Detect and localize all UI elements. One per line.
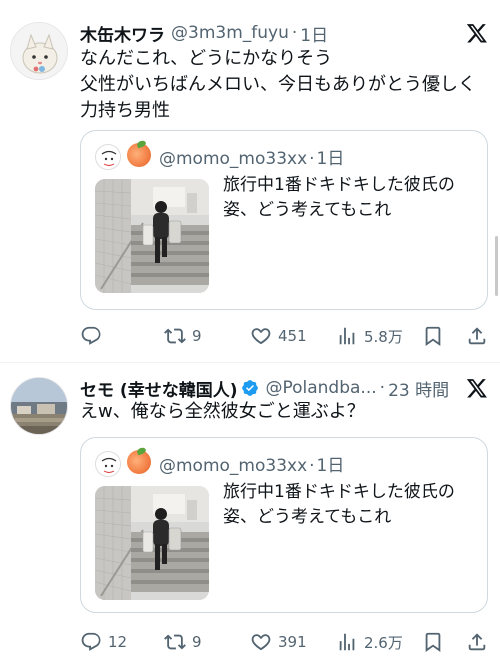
verified-badge-icon [242, 380, 259, 396]
reply-button[interactable] [80, 325, 108, 347]
separator-dot: · [291, 23, 298, 43]
heart-icon [251, 634, 271, 651]
display-name[interactable]: セモ (幸せな韓国人) [80, 376, 237, 401]
tweet-text-line: 父性がいちばんメロい、今日もありがとう優しく [80, 74, 476, 95]
quoted-user-handle[interactable]: @momo_mo33xx [159, 149, 307, 169]
user-handle[interactable]: @3m3m_fuyu [171, 23, 289, 43]
reply-button[interactable]: 12 [80, 631, 127, 653]
quoted-user-handle[interactable]: @momo_mo33xx [159, 456, 307, 476]
display-name[interactable]: 木缶木ワラ [80, 21, 165, 46]
quoted-text-line: 姿、どう考えてもこれ [223, 507, 392, 527]
like-count: 391 [278, 633, 307, 651]
x-logo-icon[interactable] [466, 22, 488, 44]
views-icon [339, 633, 355, 651]
tweet-header: 木缶木ワラ @3m3m_fuyu · 1日 [80, 20, 490, 46]
quoted-text-line: 姿、どう考えてもこれ [223, 200, 392, 220]
quoted-media-thumbnail[interactable] [95, 179, 209, 293]
retweet-icon [164, 328, 186, 344]
x-logo-icon[interactable] [466, 377, 488, 399]
quoted-user-avatar[interactable] [95, 451, 121, 477]
retweet-icon [164, 634, 186, 650]
retweet-button[interactable]: 9 [164, 325, 202, 347]
quoted-timestamp[interactable]: 1日 [317, 456, 345, 476]
share-button[interactable] [466, 631, 488, 653]
tweet-1[interactable]: 木缶木ワラ @3m3m_fuyu · 1日 なんだこれ、どうにかなりそう 父性が… [0, 0, 500, 360]
retweet-button[interactable]: 9 [164, 631, 202, 653]
like-button[interactable]: 451 [250, 325, 307, 347]
quoted-text-line: 旅行中1番ドキドキした彼氏の [223, 175, 455, 195]
quoted-handle-line: @momo_mo33xx · 1日 [159, 144, 344, 169]
retweet-count: 9 [192, 327, 202, 345]
reply-count: 12 [108, 633, 128, 651]
views-count: 5.8万 [364, 327, 403, 346]
separator-dot: · [309, 149, 315, 169]
retweet-count: 9 [192, 633, 202, 651]
quoted-tweet[interactable]: @momo_mo33xx · 1日 旅行中1番ドキドキした彼氏の 姿、どう考えて… [80, 130, 488, 310]
reply-icon [81, 632, 101, 651]
tweet-text-line: えw、俺なら全然彼女ごと運ぶよ？ [80, 401, 365, 422]
separator-dot: · [309, 456, 315, 476]
heart-icon [251, 328, 271, 345]
quoted-handle-line: @momo_mo33xx · 1日 [159, 451, 344, 476]
user-avatar[interactable] [10, 22, 68, 80]
tweet-2[interactable]: セモ (幸せな韓国人) @Polandba... · 23 時間 えw、俺なら全… [0, 363, 500, 671]
bookmark-icon [425, 326, 441, 346]
tweet-actions: 12 9 391 2.6万 [80, 628, 488, 656]
like-button[interactable]: 391 [250, 631, 307, 653]
tweet-text: なんだこれ、どうにかなりそう 父性がいちばんメロい、今日もありがとう優しく 力持… [80, 46, 486, 124]
bookmark-button[interactable] [422, 631, 444, 653]
user-handle[interactable]: @Polandba... [265, 378, 376, 398]
quoted-tweet-text: 旅行中1番ドキドキした彼氏の 姿、どう考えてもこれ [223, 480, 475, 530]
tweet-text-line: 力持ち男性 [80, 100, 170, 121]
views-button[interactable]: 5.8万 [336, 325, 403, 347]
share-icon [468, 633, 486, 651]
reply-icon [81, 326, 101, 345]
timestamp[interactable]: 1日 [300, 21, 328, 46]
tweet-text: えw、俺なら全然彼女ごと運ぶよ？ [80, 399, 486, 425]
separator-dot: · [379, 378, 386, 398]
bookmark-button[interactable] [422, 325, 444, 347]
quoted-tweet[interactable]: @momo_mo33xx · 1日 旅行中1番ドキドキした彼氏の 姿、どう考えて… [80, 437, 488, 613]
quoted-timestamp[interactable]: 1日 [317, 149, 345, 169]
quoted-text-line: 旅行中1番ドキドキした彼氏の [223, 482, 455, 502]
user-avatar[interactable] [10, 377, 68, 435]
quoted-user-avatar[interactable] [95, 144, 121, 170]
peach-emoji-icon [127, 450, 151, 474]
share-icon [468, 327, 486, 345]
tweet-actions: 9 451 5.8万 [80, 322, 488, 350]
tweet-header: セモ (幸せな韓国人) @Polandba... · 23 時間 [80, 375, 490, 401]
quoted-media-thumbnail[interactable] [95, 486, 209, 600]
peach-emoji-icon [127, 143, 151, 167]
scrollbar[interactable] [495, 236, 498, 296]
views-count: 2.6万 [364, 633, 403, 652]
views-icon [339, 327, 355, 345]
bookmark-icon [425, 632, 441, 652]
share-button[interactable] [466, 325, 488, 347]
timestamp[interactable]: 23 時間 [388, 376, 449, 401]
tweet-text-line: なんだこれ、どうにかなりそう [80, 48, 333, 69]
like-count: 451 [278, 327, 307, 345]
quoted-tweet-text: 旅行中1番ドキドキした彼氏の 姿、どう考えてもこれ [223, 173, 475, 223]
views-button[interactable]: 2.6万 [336, 631, 403, 653]
